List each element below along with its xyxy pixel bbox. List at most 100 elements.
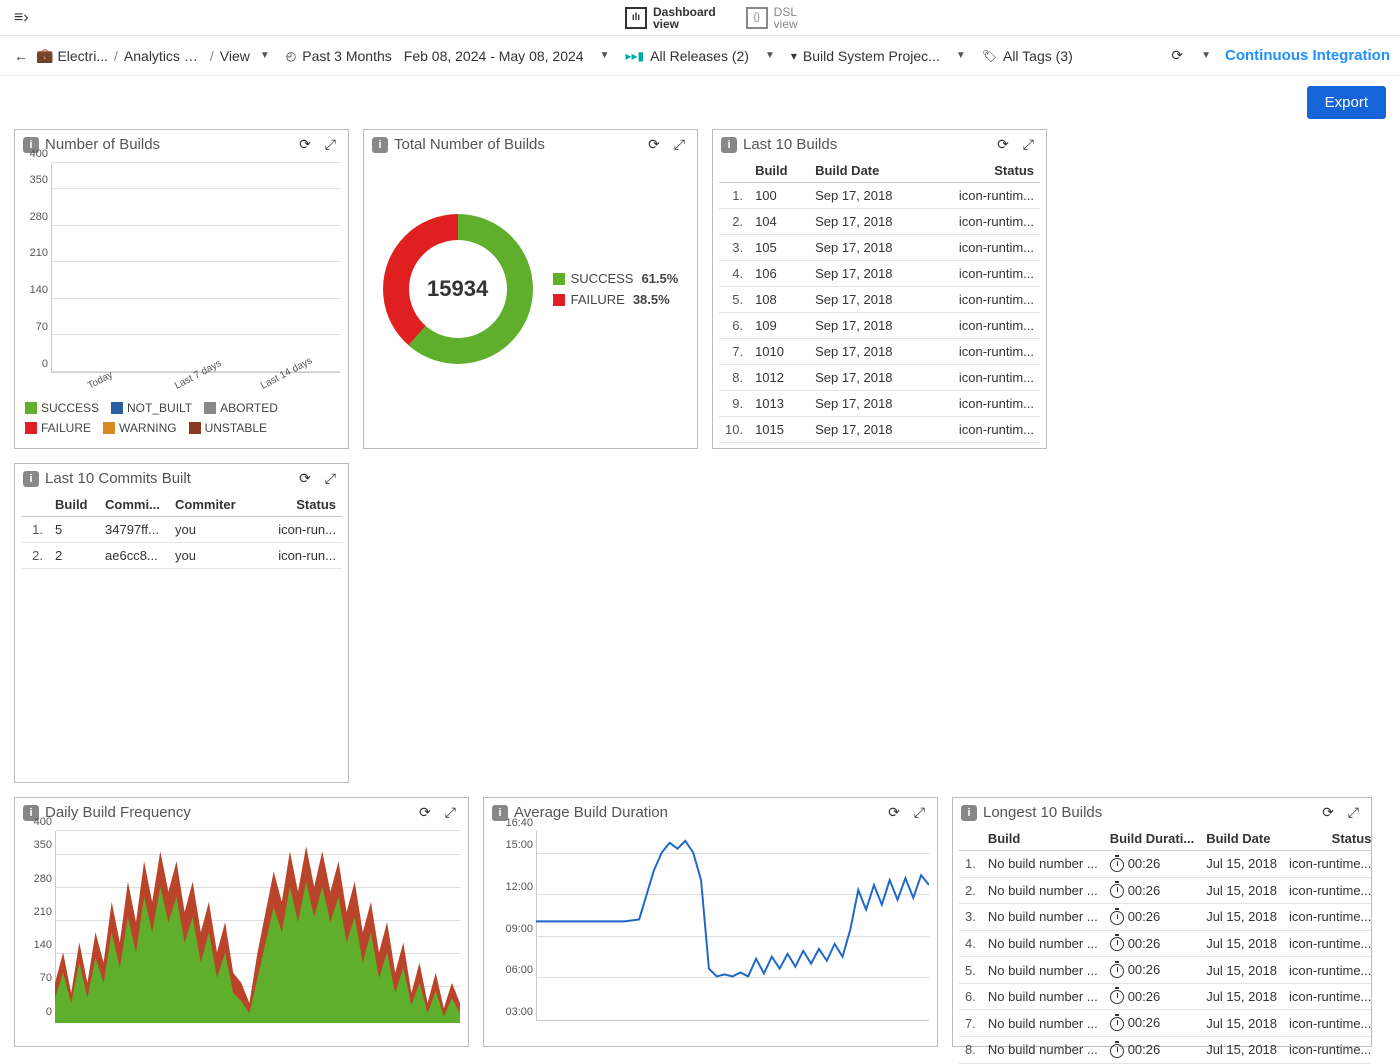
- table-row[interactable]: 3.105Sep 17, 2018icon-runtim...: [719, 235, 1040, 261]
- table-row[interactable]: 2.2ae6cc8...youicon-run...: [21, 543, 342, 569]
- card-last-10-commits: i Last 10 Commits Built ⟳ ⤢ Build Commi.…: [14, 463, 349, 783]
- releases-icon: ▸▸▮: [625, 49, 644, 63]
- tab-dashboard-label: Dashboard view: [653, 6, 716, 30]
- projects-dropdown[interactable]: ▼: [952, 50, 970, 61]
- table-row[interactable]: 2.No build number ...00:26Jul 15, 2018ic…: [959, 877, 1371, 904]
- table-row[interactable]: 8.No build number ...00:26Jul 15, 2018ic…: [959, 1036, 1371, 1063]
- info-icon[interactable]: i: [23, 471, 39, 487]
- card-title: Number of Builds: [45, 136, 160, 153]
- last-commits-table: Build Commi... Commiter Status 1.534797f…: [21, 493, 342, 569]
- table-row[interactable]: 5.No build number ...00:26Jul 15, 2018ic…: [959, 957, 1371, 984]
- refresh-icon[interactable]: ⟳: [993, 136, 1013, 153]
- card-title: Last 10 Builds: [743, 136, 837, 153]
- number-of-builds-chart: 0 70 140 210 280 350 400 Today Last 7 da…: [51, 163, 340, 373]
- stopwatch-icon: [1110, 937, 1124, 951]
- card-last-10-builds: i Last 10 Builds ⟳ ⤢ Build Build Date St…: [712, 129, 1047, 449]
- table-row[interactable]: 6.109Sep 17, 2018icon-runtim...: [719, 313, 1040, 339]
- card-number-of-builds: i Number of Builds ⟳ ⤢ 0 70 140 210 280 …: [14, 129, 349, 449]
- ci-link[interactable]: Continuous Integration: [1225, 47, 1390, 64]
- table-row[interactable]: 1.100Sep 17, 2018icon-runtim...: [719, 183, 1040, 209]
- card-title: Daily Build Frequency: [45, 804, 191, 821]
- refresh-icon[interactable]: ⟳: [1318, 804, 1338, 821]
- menu-toggle-icon[interactable]: ≡›: [10, 5, 33, 31]
- table-row[interactable]: 5.108Sep 17, 2018icon-runtim...: [719, 287, 1040, 313]
- table-row[interactable]: 7.No build number ...00:26Jul 15, 2018ic…: [959, 1010, 1371, 1037]
- clock-icon: ◴: [286, 49, 296, 63]
- dashboard-icon: ılı: [625, 7, 647, 29]
- view-tabs: ılı Dashboard view {} DSL view: [625, 6, 798, 30]
- crumb-view[interactable]: View: [220, 48, 250, 64]
- period-dropdown[interactable]: ▼: [596, 50, 614, 61]
- crumb-project[interactable]: Electri...: [57, 48, 108, 64]
- table-row[interactable]: 8.1012Sep 17, 2018icon-runtim...: [719, 365, 1040, 391]
- table-row[interactable]: 1.No build number ...00:26Jul 15, 2018ic…: [959, 851, 1371, 878]
- filter-period[interactable]: ◴ Past 3 Months Feb 08, 2024 - May 08, 2…: [280, 48, 590, 64]
- refresh-icon[interactable]: ⟳: [644, 136, 664, 153]
- expand-icon[interactable]: ⤢: [670, 136, 689, 153]
- avg-duration-chart: 03:00 06:00 09:00 12:00 15:00 16:40: [536, 831, 929, 1021]
- table-row[interactable]: 9.1013Sep 17, 2018icon-runtim...: [719, 391, 1040, 417]
- expand-icon[interactable]: ⤢: [321, 136, 340, 153]
- widget-row-2: i Daily Build Frequency ⟳ ⤢ 0 70 140 210…: [0, 797, 1400, 1061]
- card-title: Longest 10 Builds: [983, 804, 1102, 821]
- filter-period-label: Past 3 Months: [302, 48, 392, 64]
- card-average-build-duration: i Average Build Duration ⟳ ⤢ 03:00 06:00…: [483, 797, 938, 1047]
- tag-icon: 🏷: [982, 49, 997, 63]
- refresh-icon[interactable]: ⟳: [295, 470, 315, 487]
- filter-daterange: Feb 08, 2024 - May 08, 2024: [404, 48, 584, 64]
- card-title: Total Number of Builds: [394, 136, 545, 153]
- info-icon[interactable]: i: [721, 137, 737, 153]
- filter-releases-label: All Releases (2): [650, 48, 749, 64]
- filter-tags[interactable]: 🏷 All Tags (3): [976, 48, 1079, 64]
- stopwatch-icon: [1110, 1044, 1124, 1058]
- stopwatch-icon: [1110, 858, 1124, 872]
- filter-projects[interactable]: ▾ Build System Projec...: [785, 48, 946, 64]
- tab-dsl-view[interactable]: {} DSL view: [746, 6, 798, 30]
- breadcrumb: Electri... / Analytics da... / View: [57, 48, 249, 64]
- refresh-icon[interactable]: ⟳: [415, 804, 435, 821]
- breadcrumb-dropdown[interactable]: ▼: [256, 50, 274, 61]
- top-bar: ≡› ılı Dashboard view {} DSL view: [0, 0, 1400, 36]
- stopwatch-icon: [1110, 911, 1124, 925]
- widget-row-1: i Number of Builds ⟳ ⤢ 0 70 140 210 280 …: [0, 129, 1400, 797]
- table-row[interactable]: 3.No build number ...00:26Jul 15, 2018ic…: [959, 904, 1371, 931]
- card-total-builds: i Total Number of Builds ⟳ ⤢ SUCCESS 61.…: [363, 129, 698, 449]
- back-icon[interactable]: ←: [10, 46, 32, 66]
- table-row[interactable]: 2.104Sep 17, 2018icon-runtim...: [719, 209, 1040, 235]
- longest-builds-table: Build Build Durati... Build Date Status …: [959, 827, 1371, 1064]
- expand-icon[interactable]: ⤢: [1344, 804, 1363, 821]
- expand-icon[interactable]: ⤢: [910, 804, 929, 821]
- releases-dropdown[interactable]: ▼: [761, 50, 779, 61]
- stopwatch-icon: [1110, 964, 1124, 978]
- export-row: Export: [0, 76, 1400, 129]
- card-title: Last 10 Commits Built: [45, 470, 191, 487]
- expand-icon[interactable]: ⤢: [1019, 136, 1038, 153]
- expand-icon[interactable]: ⤢: [321, 470, 340, 487]
- daily-frequency-chart: 0 70 140 210 280 350 400: [55, 831, 460, 1021]
- total-builds-donut: [383, 214, 533, 364]
- table-row[interactable]: 6.No build number ...00:26Jul 15, 2018ic…: [959, 983, 1371, 1010]
- filter-releases[interactable]: ▸▸▮ All Releases (2): [619, 48, 754, 64]
- global-refresh-icon[interactable]: ⟳: [1167, 47, 1187, 64]
- table-row[interactable]: 4.106Sep 17, 2018icon-runtim...: [719, 261, 1040, 287]
- filter-icon: ▾: [791, 49, 797, 63]
- refresh-icon[interactable]: ⟳: [884, 804, 904, 821]
- code-icon: {}: [746, 7, 768, 29]
- table-row[interactable]: 10.1015Sep 17, 2018icon-runtim...: [719, 417, 1040, 443]
- refresh-icon[interactable]: ⟳: [295, 136, 315, 153]
- ci-dropdown[interactable]: ▼: [1197, 50, 1215, 61]
- info-icon[interactable]: i: [372, 137, 388, 153]
- filter-bar: ← 💼 Electri... / Analytics da... / View …: [0, 36, 1400, 76]
- export-button[interactable]: Export: [1307, 86, 1386, 119]
- tab-dsl-label: DSL view: [774, 6, 798, 30]
- crumb-dashboard[interactable]: Analytics da...: [124, 48, 204, 64]
- expand-icon[interactable]: ⤢: [441, 804, 460, 821]
- card-daily-build-frequency: i Daily Build Frequency ⟳ ⤢ 0 70 140 210…: [14, 797, 469, 1047]
- tab-dashboard-view[interactable]: ılı Dashboard view: [625, 6, 716, 30]
- table-row[interactable]: 1.534797ff...youicon-run...: [21, 517, 342, 543]
- stopwatch-icon: [1110, 1017, 1124, 1031]
- info-icon[interactable]: i: [961, 805, 977, 821]
- table-row[interactable]: 4.No build number ...00:26Jul 15, 2018ic…: [959, 930, 1371, 957]
- stopwatch-icon: [1110, 990, 1124, 1004]
- table-row[interactable]: 7.1010Sep 17, 2018icon-runtim...: [719, 339, 1040, 365]
